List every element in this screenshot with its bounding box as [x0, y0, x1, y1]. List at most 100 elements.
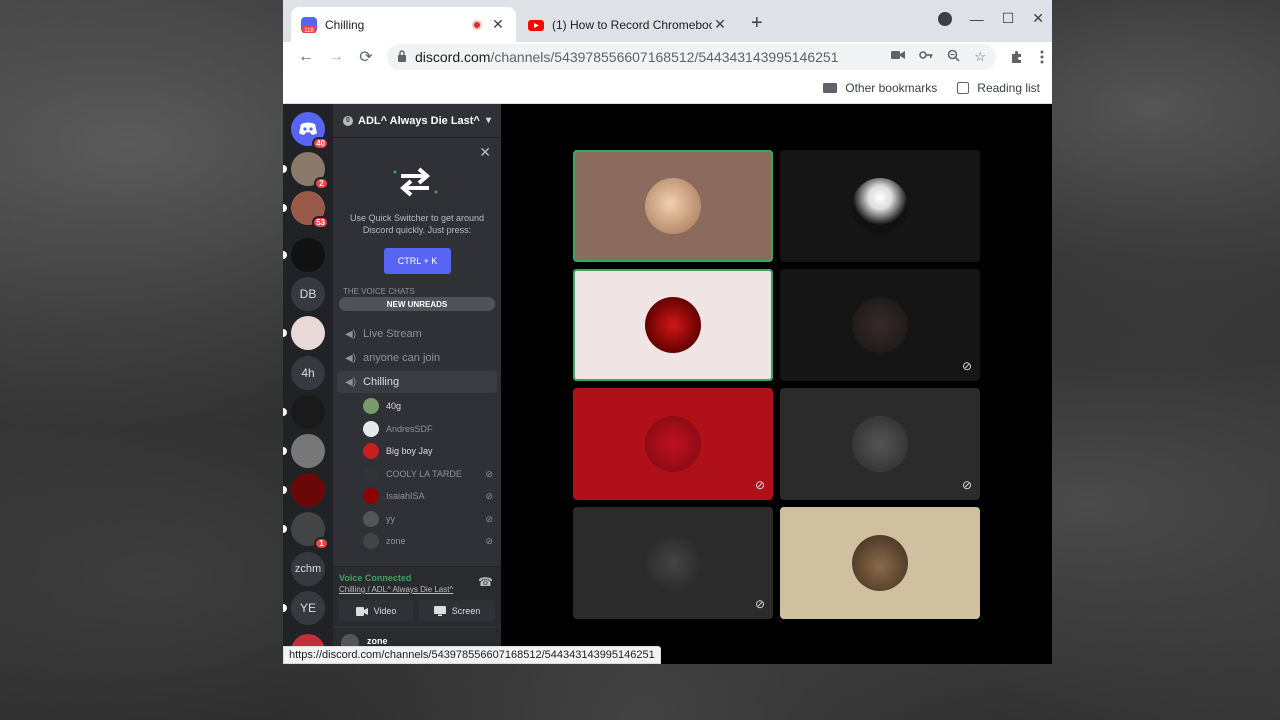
voice-channel-live-stream[interactable]: ◀) Live Stream: [337, 323, 497, 345]
tab-chilling[interactable]: 118 Chilling ✕: [291, 7, 516, 42]
close-tab-icon[interactable]: ✕: [490, 16, 506, 33]
key-icon[interactable]: [919, 49, 933, 61]
server-list: 40 2 53 DB 4h 1 zchm YE: [283, 104, 333, 664]
quick-switcher-popup: ✕ Use Quick Switcher to get around Disco…: [333, 138, 501, 284]
unread-badge: 53: [312, 216, 329, 229]
video-button[interactable]: Video: [339, 600, 413, 622]
participant-tile[interactable]: [573, 269, 773, 381]
avatar: [852, 416, 908, 472]
voice-channel-anyone[interactable]: ◀) anyone can join: [337, 347, 497, 369]
avatar: [645, 297, 701, 353]
voice-user[interactable]: IsaiahISA ⊘: [363, 486, 493, 506]
voice-connected-subtitle[interactable]: Chilling / ADL^ Always Die Last^: [339, 585, 453, 594]
voice-user[interactable]: zone ⊘: [363, 531, 493, 551]
avatar: [363, 466, 379, 482]
switch-arrows-icon: [393, 167, 438, 197]
muted-mic-icon: ⊘: [754, 478, 765, 492]
screen-share-icon: [433, 606, 446, 616]
avatar: [852, 297, 908, 353]
server-icon[interactable]: 2: [283, 152, 329, 190]
reading-list[interactable]: Reading list: [957, 81, 1040, 95]
maximize-icon[interactable]: ☐: [1002, 10, 1015, 27]
discord-favicon-icon: 118: [301, 16, 317, 33]
bookmarks-bar: Other bookmarks Reading list: [283, 72, 1052, 104]
minimize-icon[interactable]: —: [970, 11, 984, 27]
server-icon[interactable]: [283, 395, 325, 429]
recording-icon: [472, 19, 482, 30]
avatar: [363, 488, 379, 504]
new-unreads-pill[interactable]: NEW UNREADS: [339, 297, 495, 311]
video-grid: ⊘ ⊘ ⊘ ⊘: [501, 104, 1052, 664]
participant-tile[interactable]: [780, 150, 980, 262]
server-icon[interactable]: [283, 316, 325, 350]
voice-user[interactable]: 40g: [363, 396, 493, 416]
reading-list-icon: [957, 81, 970, 94]
other-bookmarks-label: Other bookmarks: [845, 80, 938, 95]
voice-connected-title: Voice Connected: [339, 573, 412, 583]
avatar: [645, 416, 701, 472]
zoom-icon[interactable]: [947, 49, 960, 62]
muted-mic-icon: ⊘: [754, 597, 765, 611]
voice-user[interactable]: Big boy Jay: [363, 441, 493, 461]
muted-mic-icon: ⊘: [485, 468, 493, 479]
avatar: [363, 511, 379, 527]
participant-tile[interactable]: ⊘: [780, 269, 980, 381]
server-icon[interactable]: [283, 238, 325, 272]
address-bar[interactable]: discord.com/channels/543978556607168512/…: [387, 44, 996, 70]
server-icon[interactable]: 53: [283, 191, 329, 229]
server-header[interactable]: 0 ADL^ Always Die Last^ ▾: [333, 104, 501, 138]
participant-tile[interactable]: ⊘: [573, 388, 773, 500]
close-icon[interactable]: ✕: [479, 144, 491, 161]
server-icon[interactable]: zchm: [291, 552, 325, 586]
unread-badge: 40: [312, 137, 329, 150]
participant-tile[interactable]: ⊘: [573, 507, 773, 619]
link-status-bubble: https://discord.com/channels/54397855660…: [283, 646, 661, 664]
avatar: [363, 443, 379, 459]
voice-channel-chilling[interactable]: ◀) Chilling: [337, 371, 497, 393]
folder-icon: [823, 82, 838, 93]
lock-icon[interactable]: [397, 49, 407, 65]
disconnect-icon[interactable]: ☎: [478, 575, 493, 589]
close-window-icon[interactable]: ✕: [1032, 10, 1044, 27]
participant-tile[interactable]: [573, 150, 773, 262]
chevron-down-icon[interactable]: ▾: [486, 115, 491, 126]
screen-button[interactable]: Screen: [419, 600, 495, 622]
muted-mic-icon: ⊘: [485, 535, 493, 546]
voice-user[interactable]: yy ⊘: [363, 509, 493, 529]
new-tab-button[interactable]: +: [751, 12, 763, 35]
server-icon[interactable]: DB: [291, 277, 325, 311]
unread-badge: 2: [314, 177, 329, 190]
speaker-icon: ◀): [345, 352, 357, 364]
server-icon[interactable]: YE: [283, 591, 325, 625]
menu-icon[interactable]: [1040, 50, 1044, 64]
tab-youtube[interactable]: (1) How to Record Chromebook ✕: [518, 7, 738, 42]
server-icon[interactable]: 4h: [291, 356, 325, 390]
back-icon[interactable]: ←: [291, 48, 321, 66]
svg-text:118: 118: [304, 28, 314, 33]
home-button[interactable]: 40: [291, 112, 329, 150]
voice-user[interactable]: AndresSDF: [363, 419, 493, 439]
tab-search-icon[interactable]: [937, 11, 952, 26]
tab-title: Chilling: [325, 17, 365, 32]
bookmark-star-icon[interactable]: ☆: [974, 49, 986, 65]
browser-window: 118 Chilling ✕ (1) How to Record Chromeb…: [283, 0, 1052, 664]
participant-tile[interactable]: [780, 507, 980, 619]
extensions-icon[interactable]: [1010, 50, 1024, 64]
youtube-favicon-icon: [528, 19, 544, 31]
forward-icon[interactable]: →: [321, 48, 351, 66]
category-label: THE VOICE CHATS: [343, 287, 415, 296]
voice-user[interactable]: COOLY LA TARDE ⊘: [363, 464, 493, 484]
server-icon[interactable]: [283, 434, 325, 468]
other-bookmarks[interactable]: Other bookmarks: [823, 81, 937, 95]
reload-icon[interactable]: ⟳: [351, 47, 381, 67]
close-tab-icon[interactable]: ✕: [712, 16, 728, 33]
avatar: [363, 421, 379, 437]
server-icon[interactable]: [283, 473, 325, 507]
avatar: [363, 398, 379, 414]
avatar: [645, 178, 701, 234]
camera-icon[interactable]: [891, 49, 906, 61]
muted-mic-icon: ⊘: [485, 490, 493, 501]
server-icon[interactable]: 1: [283, 512, 329, 550]
participant-tile[interactable]: ⊘: [780, 388, 980, 500]
ctrl-k-button[interactable]: CTRL + K: [384, 248, 451, 274]
